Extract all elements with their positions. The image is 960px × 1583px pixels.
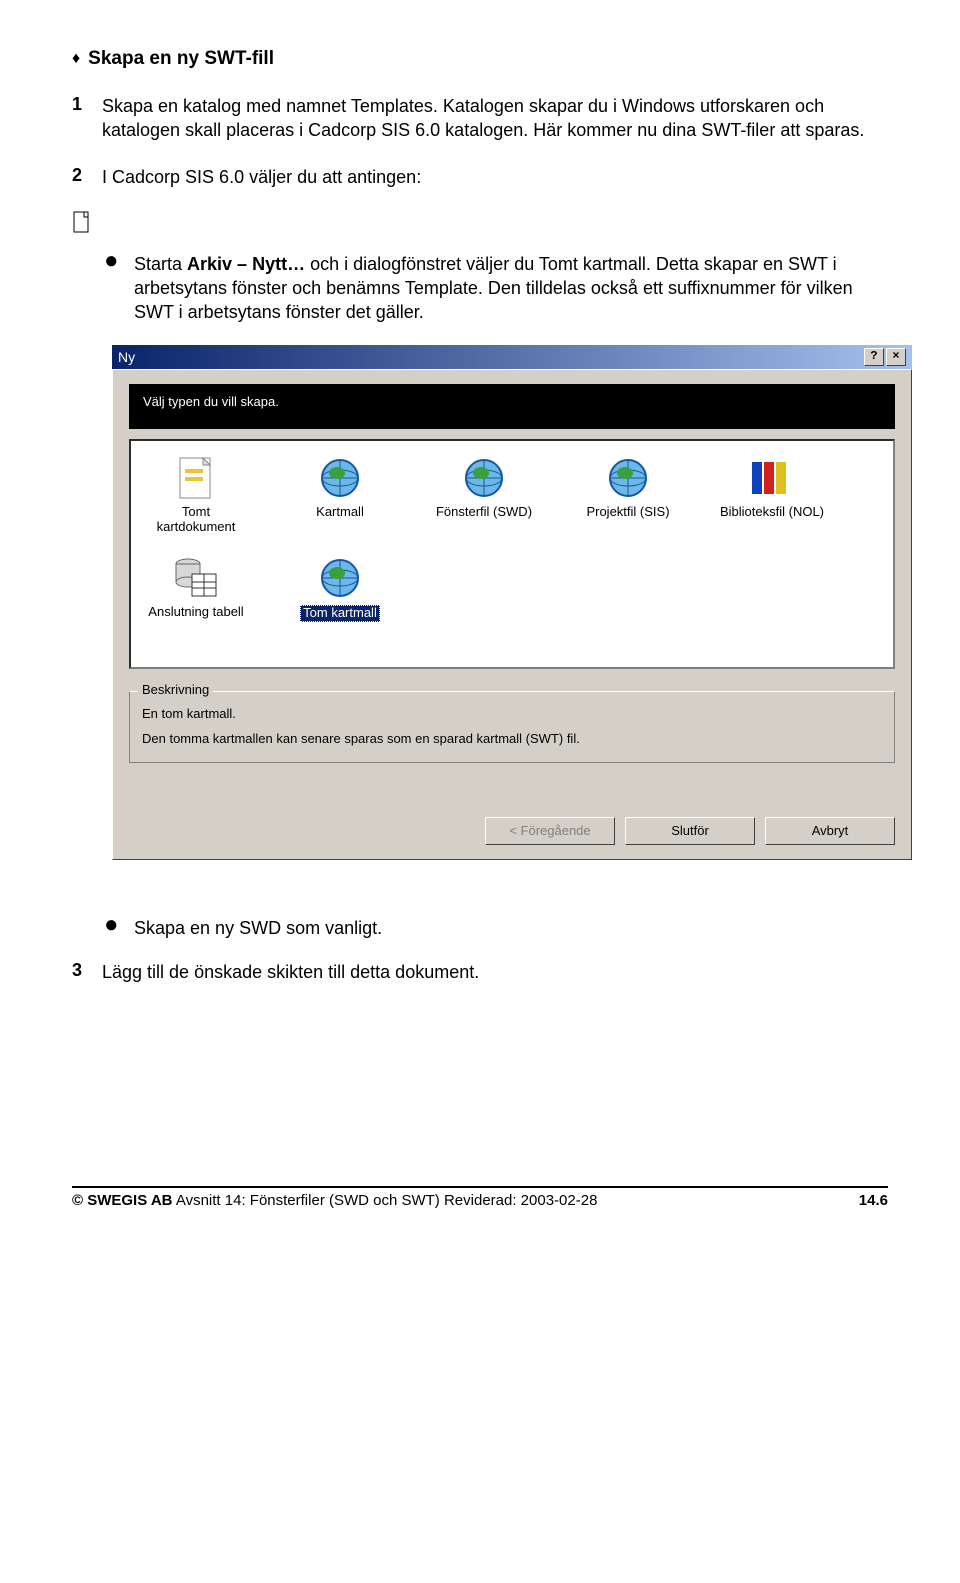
- bullet-b: ● Skapa en ny SWD som vanligt.: [104, 916, 888, 940]
- item-label: Projektfil (SIS): [573, 505, 683, 520]
- item-label: Anslutning tabell: [141, 605, 251, 620]
- books-icon: [717, 455, 827, 501]
- footer-section: Avsnitt 14: Fönsterfiler (SWD och SWT) R…: [173, 1192, 598, 1209]
- bullet-a: ● Starta Arkiv – Nytt… och i dialogfönst…: [104, 252, 888, 325]
- footer-left: © SWEGIS AB Avsnitt 14: Fönsterfiler (SW…: [72, 1192, 597, 1209]
- help-button[interactable]: ?: [864, 348, 884, 366]
- document-icon: [141, 455, 251, 501]
- group-legend: Beskrivning: [138, 682, 213, 697]
- dialog-titlebar[interactable]: Ny ? ×: [112, 345, 912, 369]
- step-3: 3 Lägg till de önskade skikten till dett…: [72, 960, 888, 984]
- footer-page-number: 14.6: [859, 1192, 888, 1209]
- step-number: 2: [72, 165, 102, 189]
- step-number: 3: [72, 960, 102, 984]
- description-group: Beskrivning En tom kartmall. Den tomma k…: [129, 691, 895, 763]
- bullet-dot-icon: ●: [104, 916, 134, 940]
- bullet-a-prefix: Starta: [134, 254, 187, 274]
- step-body: Lägg till de önskade skikten till detta …: [102, 960, 888, 984]
- item-label: Biblioteksfil (NOL): [717, 505, 827, 520]
- item-anslutning-tabell[interactable]: Anslutning tabell: [141, 555, 251, 622]
- item-label: Tomt kartdokument: [141, 505, 251, 535]
- page-footer: © SWEGIS AB Avsnitt 14: Fönsterfiler (SW…: [72, 1186, 888, 1209]
- item-tom-kartmall[interactable]: Tom kartmall: [285, 555, 395, 622]
- step-number: 1: [72, 94, 102, 143]
- section-heading: ♦ Skapa en ny SWT-fill: [72, 48, 888, 70]
- database-table-icon: [141, 555, 251, 601]
- section-heading-text: Skapa en ny SWT-fill: [88, 48, 274, 70]
- item-label: Tom kartmall: [300, 605, 380, 622]
- previous-button: < Föregående: [485, 817, 615, 845]
- bullet-dot-icon: ●: [104, 252, 134, 325]
- item-biblioteksfil[interactable]: Biblioteksfil (NOL): [717, 455, 827, 535]
- item-kartmall[interactable]: Kartmall: [285, 455, 395, 535]
- globe-icon: [573, 455, 683, 501]
- globe-icon: [429, 455, 539, 501]
- item-projektfil[interactable]: Projektfil (SIS): [573, 455, 683, 535]
- new-dialog: Ny ? × Välj typen du vill skapa. Tomt ka…: [112, 345, 912, 860]
- dialog-title: Ny: [118, 349, 135, 365]
- step-body: Skapa en katalog med namnet Templates. K…: [102, 94, 888, 143]
- footer-company: © SWEGIS AB: [72, 1192, 173, 1209]
- bullet-body: Starta Arkiv – Nytt… och i dialogfönstre…: [134, 252, 888, 325]
- step-body: I Cadcorp SIS 6.0 väljer du att antingen…: [102, 165, 888, 189]
- item-tomt-kartdokument[interactable]: Tomt kartdokument: [141, 455, 251, 535]
- diamond-icon: ♦: [72, 50, 80, 68]
- item-fonsterfil[interactable]: Fönsterfil (SWD): [429, 455, 539, 535]
- description-line-2: Den tomma kartmallen kan senare sparas s…: [142, 731, 882, 746]
- item-label: Fönsterfil (SWD): [429, 505, 539, 520]
- type-list[interactable]: Tomt kartdokument Kartmall Fönsterfil (S…: [129, 439, 895, 669]
- globe-icon: [285, 455, 395, 501]
- step-2: 2 I Cadcorp SIS 6.0 väljer du att anting…: [72, 165, 888, 189]
- item-label: Kartmall: [285, 505, 395, 520]
- cancel-button[interactable]: Avbryt: [765, 817, 895, 845]
- globe-icon: [285, 555, 395, 601]
- new-document-icon: [72, 211, 92, 238]
- bullet-a-bold: Arkiv – Nytt…: [187, 254, 305, 274]
- close-button[interactable]: ×: [886, 348, 906, 366]
- dialog-banner: Välj typen du vill skapa.: [129, 384, 895, 429]
- bullet-body: Skapa en ny SWD som vanligt.: [134, 916, 888, 940]
- finish-button[interactable]: Slutför: [625, 817, 755, 845]
- step-1: 1 Skapa en katalog med namnet Templates.…: [72, 94, 888, 143]
- description-line-1: En tom kartmall.: [142, 706, 882, 721]
